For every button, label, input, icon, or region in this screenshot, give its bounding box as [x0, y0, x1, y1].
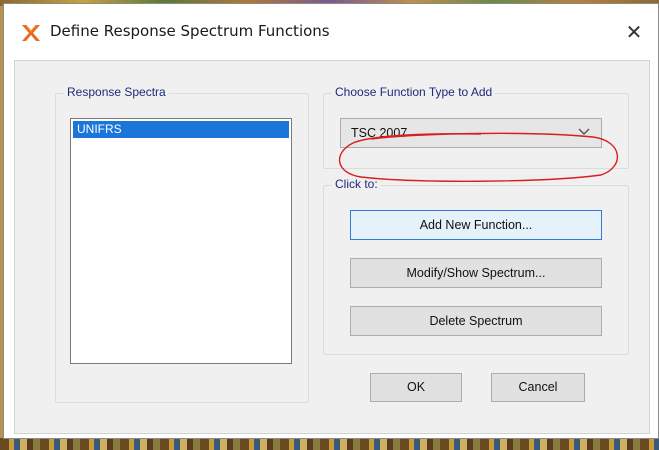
add-new-function-button[interactable]: Add New Function... — [350, 210, 602, 240]
modify-show-spectrum-button[interactable]: Modify/Show Spectrum... — [350, 258, 602, 288]
dialog-window: Define Response Spectrum Functions ✕ Res… — [3, 3, 659, 439]
delete-spectrum-button[interactable]: Delete Spectrum — [350, 306, 602, 336]
click-to-label: Click to: — [332, 177, 381, 191]
function-type-value: TSC 2007 — [351, 126, 408, 140]
ok-button[interactable]: OK — [370, 373, 462, 402]
function-type-group: Choose Function Type to Add TSC 2007 — [323, 85, 629, 169]
response-spectra-list[interactable]: UNIFRS — [70, 118, 292, 364]
click-to-group: Click to: Add New Function... Modify/Sho… — [323, 177, 629, 355]
title-bar: Define Response Spectrum Functions ✕ — [4, 4, 658, 60]
response-spectra-group: Response Spectra UNIFRS — [55, 85, 309, 403]
cancel-button[interactable]: Cancel — [491, 373, 585, 402]
function-type-dropdown[interactable]: TSC 2007 — [340, 118, 602, 148]
close-button[interactable]: ✕ — [616, 14, 652, 50]
dialog-body: Response Spectra UNIFRS Choose Function … — [14, 60, 650, 434]
chevron-down-icon — [578, 128, 590, 135]
app-logo-icon — [22, 24, 40, 41]
desktop-background-bottom — [0, 438, 659, 450]
function-type-label: Choose Function Type to Add — [332, 85, 496, 99]
dialog-title: Define Response Spectrum Functions — [50, 22, 330, 40]
list-item[interactable]: UNIFRS — [73, 121, 289, 138]
response-spectra-label: Response Spectra — [64, 85, 169, 99]
